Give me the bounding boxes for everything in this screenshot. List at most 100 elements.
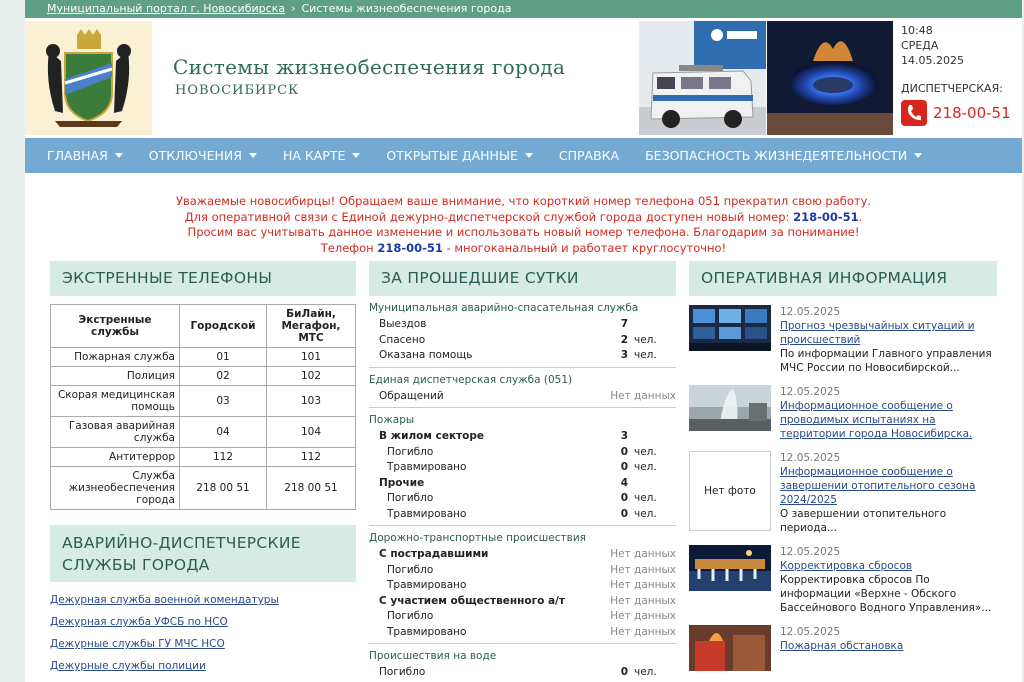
column-header: Экстренные службы xyxy=(50,304,180,348)
dispatch-link[interactable]: Дежурная служба УФСБ по НСО xyxy=(50,616,356,628)
stats-row: Спасено 2 чел. xyxy=(369,333,676,349)
news-title-link[interactable]: Прогноз чрезвычайных ситуаций и происшес… xyxy=(780,320,975,346)
site-title: Системы жизнеобеспечения города xyxy=(173,55,566,79)
dispatch-label: ДИСПЕТЧЕРСКАЯ: xyxy=(901,82,1003,95)
stats-no-data: Нет данных xyxy=(610,610,676,622)
phone-icon xyxy=(901,100,927,126)
news-text: 12.05.2025 Корректировка сбросов Корректир… xyxy=(780,545,997,615)
gas-flame-photo xyxy=(767,21,893,135)
stats-no-data: Нет данных xyxy=(610,563,676,576)
main-nav: ГЛАВНАЯ ОТКЛЮЧЕНИЯ НА КАРТЕ ОТКРЫТЫЕ ДАН… xyxy=(25,138,1022,173)
chevron-down-icon xyxy=(248,153,257,158)
stats-no-data: Нет данных xyxy=(610,594,676,607)
table-row: Антитеррор 112 112 xyxy=(50,447,356,467)
dispatch-link[interactable]: Дежурная служба военной комендатуры xyxy=(50,594,356,606)
news-thumbnail[interactable] xyxy=(689,305,771,351)
news-item: 12.05.2025 Прогноз чрезвычайных ситуаций … xyxy=(689,305,997,375)
notice-line: Телефон 218-00-51 - многоканальный и раб… xyxy=(320,240,727,255)
news-title-link[interactable]: Пожарная обстановка xyxy=(780,640,903,652)
dispatch-link[interactable]: Дежурные службы полиции xyxy=(50,660,356,672)
stats-row: Травмировано 0 чел. xyxy=(369,460,676,476)
stats-value: 7 xyxy=(620,318,628,330)
stats-row: С участием общественного а/т Нет данных xyxy=(369,594,676,610)
no-photo-placeholder[interactable]: Нет фото xyxy=(689,451,771,531)
column-header: Городской xyxy=(179,304,267,348)
news-date: 12.05.2025 xyxy=(780,306,841,318)
nav-item-help[interactable]: СПРАВКА xyxy=(559,148,619,163)
rescue-van-photo xyxy=(639,21,766,135)
emergency-phones-heading: ЭКСТРЕННЫЕ ТЕЛЕФОНЫ xyxy=(50,261,356,296)
notice-line: Просим вас учитывать данное изменение и … xyxy=(187,225,860,239)
dispatch-link[interactable]: Дежурные службы ГУ МЧС НСО xyxy=(50,638,356,650)
stats-value: 4 xyxy=(620,476,628,489)
table-row: Служба жизнеобеспечения города 218 00 51 2… xyxy=(50,466,356,510)
breadcrumb: Муниципальный портал г. Новосибирска › Сис… xyxy=(25,0,1022,18)
news-title-link[interactable]: Корректировка сбросов xyxy=(780,560,912,572)
stats-unit xyxy=(628,317,676,333)
stats-row: Травмировано 0 чел. xyxy=(369,507,676,523)
stats-label: Спасено xyxy=(379,333,426,346)
nav-item-open-data[interactable]: ОТКРЫТЫЕ ДАННЫЕ xyxy=(386,148,533,163)
table-row: Полиция 02 102 xyxy=(50,366,356,386)
nav-item-home[interactable]: ГЛАВНАЯ xyxy=(47,148,123,163)
chevron-down-icon xyxy=(524,153,533,158)
news-item: 12.05.2025 Информационное сообщение о про… xyxy=(689,385,997,441)
dispatch-phone[interactable]: 218-00-51 xyxy=(901,100,1021,126)
news-date: 12.05.2025 xyxy=(780,546,841,558)
page: Муниципальный портал г. Новосибирска › Сис… xyxy=(25,0,1022,682)
news-date: 12.05.2025 xyxy=(780,452,841,464)
stats-label: Травмировано xyxy=(387,507,467,520)
stats-value: 2 xyxy=(620,333,628,346)
stats-label: Погибло xyxy=(387,610,434,622)
news-thumbnail[interactable] xyxy=(689,625,771,671)
stats-unit: чел. xyxy=(634,492,657,504)
chevron-down-icon xyxy=(114,153,123,158)
news-thumbnail[interactable] xyxy=(689,545,771,591)
clock-panel: 10:48 СРЕДА 14.05.2025 ДИСПЕТЧЕРСКАЯ: 21… xyxy=(901,23,1021,126)
news-column: ОПЕРАТИВНАЯ ИНФОРМАЦИЯ 12.05.2025 Прогноз… xyxy=(689,261,997,681)
stats-value: 0 xyxy=(620,461,628,473)
news-summary: По информации Главного управления МЧС Ро… xyxy=(780,348,992,374)
news-date: 12.05.2025 xyxy=(780,626,841,638)
nav-item-safety[interactable]: БЕЗОПАСНОСТЬ ЖИЗНЕДЕЯТЕЛЬНОСТИ xyxy=(645,148,923,163)
nav-item-outages[interactable]: ОТКЛЮЧЕНИЯ xyxy=(149,148,257,163)
stats-unit: чел. xyxy=(634,445,657,458)
current-time: 10:48 xyxy=(901,24,933,37)
notice-line: Для оперативной связи с Единой дежурно-д… xyxy=(184,209,863,224)
news-heading: ОПЕРАТИВНАЯ ИНФОРМАЦИЯ xyxy=(689,261,997,296)
news-thumbnail[interactable] xyxy=(689,385,771,431)
breadcrumb-home-link[interactable]: Муниципальный портал г. Новосибирска xyxy=(47,2,285,15)
breadcrumb-separator: › xyxy=(291,2,296,15)
stats-label: Прочие xyxy=(379,476,425,489)
stats-label: Травмировано xyxy=(387,625,467,638)
stats-unit xyxy=(628,429,676,445)
stats-label: Оказана помощь xyxy=(379,349,473,361)
stats-label: Травмировано xyxy=(387,461,467,473)
nav-item-map[interactable]: НА КАРТЕ xyxy=(283,148,361,163)
city-coat-of-arms-logo[interactable] xyxy=(25,21,152,135)
stats-label: Погибло xyxy=(379,666,426,678)
table-row: Газовая аварийная служба 04 104 xyxy=(50,416,356,448)
news-text: 12.05.2025 Прогноз чрезвычайных ситуаций … xyxy=(780,305,997,375)
news-title-link[interactable]: Информационное сообщение о завершении от… xyxy=(780,466,976,506)
stats-label: С пострадавшими xyxy=(379,548,489,560)
news-text: 12.05.2025 Информационное сообщение о про… xyxy=(780,385,997,441)
daily-stats-heading: ЗА ПРОШЕДШИЕ СУТКИ xyxy=(369,261,676,296)
stats-unit: чел. xyxy=(634,349,657,361)
stats-row: Травмировано Нет данных xyxy=(369,578,676,594)
stats-row: Травмировано Нет данных xyxy=(369,625,676,641)
stats-no-data: Нет данных xyxy=(610,579,676,591)
news-title-link[interactable]: Информационное сообщение о проводимых ис… xyxy=(780,400,972,440)
table-row: Скорая медицинская помощь 03 103 xyxy=(50,385,356,417)
news-summary: О завершении отопительного периода... xyxy=(780,508,947,534)
notice-line: Уважаемые новосибирцы! Обращаем ваше вни… xyxy=(175,194,872,208)
dispatch-services-heading: АВАРИЙНО-ДИСПЕТЧЕРСКИЕ СЛУЖБЫ ГОРОДА xyxy=(50,525,356,582)
stats-unit: чел. xyxy=(634,666,657,678)
stats-row: С пострадавшими Нет данных xyxy=(369,547,676,563)
emergency-column: ЭКСТРЕННЫЕ ТЕЛЕФОНЫ Экстренные службы Го… xyxy=(50,261,356,682)
stats-value: 3 xyxy=(620,349,628,361)
stats-unit xyxy=(628,476,676,492)
news-date: 12.05.2025 xyxy=(780,386,841,398)
news-item: Нет фото 12.05.2025 Информационное сообщен… xyxy=(689,451,997,535)
chevron-down-icon xyxy=(914,153,923,158)
